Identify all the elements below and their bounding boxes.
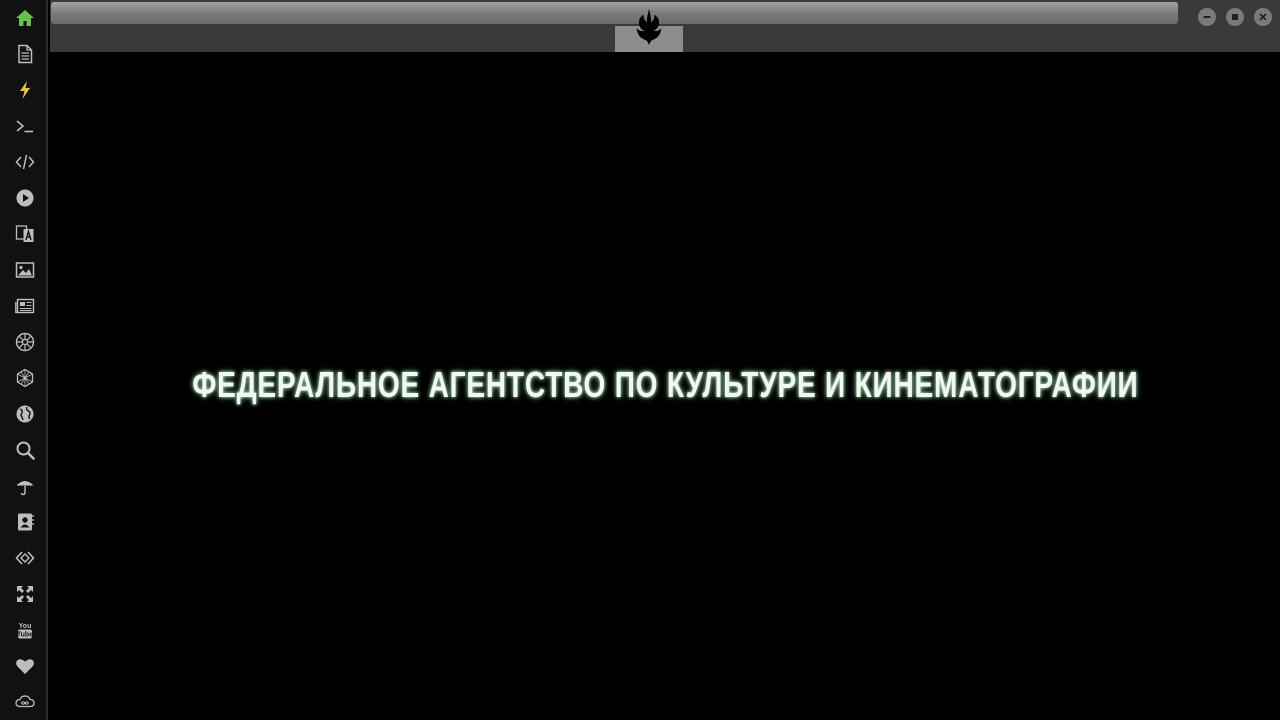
sidebar-item-document[interactable] bbox=[8, 39, 42, 69]
code-diamond-icon bbox=[15, 551, 35, 565]
svg-text:Tube: Tube bbox=[17, 632, 33, 639]
galactic-empire-icon bbox=[15, 332, 35, 352]
sidebar-item-code-diamond[interactable] bbox=[8, 543, 42, 573]
sidebar-item-home[interactable] bbox=[8, 3, 42, 33]
sidebar: You Tube bbox=[0, 0, 48, 720]
sidebar-item-terminal[interactable] bbox=[8, 111, 42, 141]
rebel-alliance-icon bbox=[636, 8, 662, 46]
minimize-button[interactable] bbox=[1198, 8, 1216, 26]
sidebar-item-play[interactable] bbox=[8, 183, 42, 213]
close-icon bbox=[1259, 13, 1267, 21]
sidebar-item-news[interactable] bbox=[8, 291, 42, 321]
youtube-icon: You Tube bbox=[17, 623, 33, 639]
document-icon bbox=[18, 44, 33, 64]
umbrella-icon bbox=[16, 481, 34, 496]
globe-icon bbox=[16, 405, 34, 423]
minimize-icon bbox=[1203, 16, 1211, 18]
close-button[interactable] bbox=[1254, 8, 1272, 26]
maximize-button[interactable] bbox=[1226, 8, 1244, 26]
home-icon bbox=[16, 10, 34, 26]
infinity-cloud-icon bbox=[15, 695, 35, 708]
play-icon bbox=[16, 189, 34, 207]
sidebar-item-image[interactable] bbox=[8, 255, 42, 285]
video-caption: ФЕДЕРАЛЬНОЕ АГЕНТСТВО ПО КУЛЬТУРЕ И КИНЕ… bbox=[192, 364, 1139, 405]
hexagon-network-icon bbox=[16, 368, 34, 388]
search-icon bbox=[16, 441, 35, 460]
contacts-icon bbox=[18, 513, 34, 531]
sidebar-item-empire[interactable] bbox=[8, 327, 42, 357]
sidebar-item-search[interactable] bbox=[8, 435, 42, 465]
sidebar-item-favorites[interactable] bbox=[8, 651, 42, 681]
sidebar-item-cloud[interactable] bbox=[8, 687, 42, 717]
image-icon bbox=[15, 262, 35, 278]
code-icon bbox=[15, 154, 35, 170]
sidebar-item-translate[interactable] bbox=[8, 219, 42, 249]
svg-text:You: You bbox=[19, 623, 32, 630]
sidebar-item-network[interactable] bbox=[8, 363, 42, 393]
sidebar-item-youtube[interactable]: You Tube bbox=[8, 615, 42, 645]
translate-icon bbox=[15, 225, 34, 242]
sidebar-item-lightning[interactable] bbox=[8, 75, 42, 105]
maximize-icon bbox=[1232, 14, 1238, 20]
sidebar-item-globe[interactable] bbox=[8, 399, 42, 429]
sidebar-item-expand[interactable] bbox=[8, 579, 42, 609]
lightning-icon bbox=[20, 81, 30, 99]
address-bar[interactable] bbox=[51, 2, 1178, 24]
heart-icon bbox=[16, 659, 34, 674]
video-player[interactable]: ФЕДЕРАЛЬНОЕ АГЕНТСТВО ПО КУЛЬТУРЕ И КИНЕ… bbox=[50, 52, 1280, 720]
sidebar-item-code[interactable] bbox=[8, 147, 42, 177]
sidebar-item-contacts[interactable] bbox=[8, 507, 42, 537]
expand-icon bbox=[17, 586, 33, 602]
news-icon bbox=[15, 298, 35, 314]
terminal-icon bbox=[16, 120, 33, 133]
sidebar-item-umbrella[interactable] bbox=[8, 471, 42, 501]
